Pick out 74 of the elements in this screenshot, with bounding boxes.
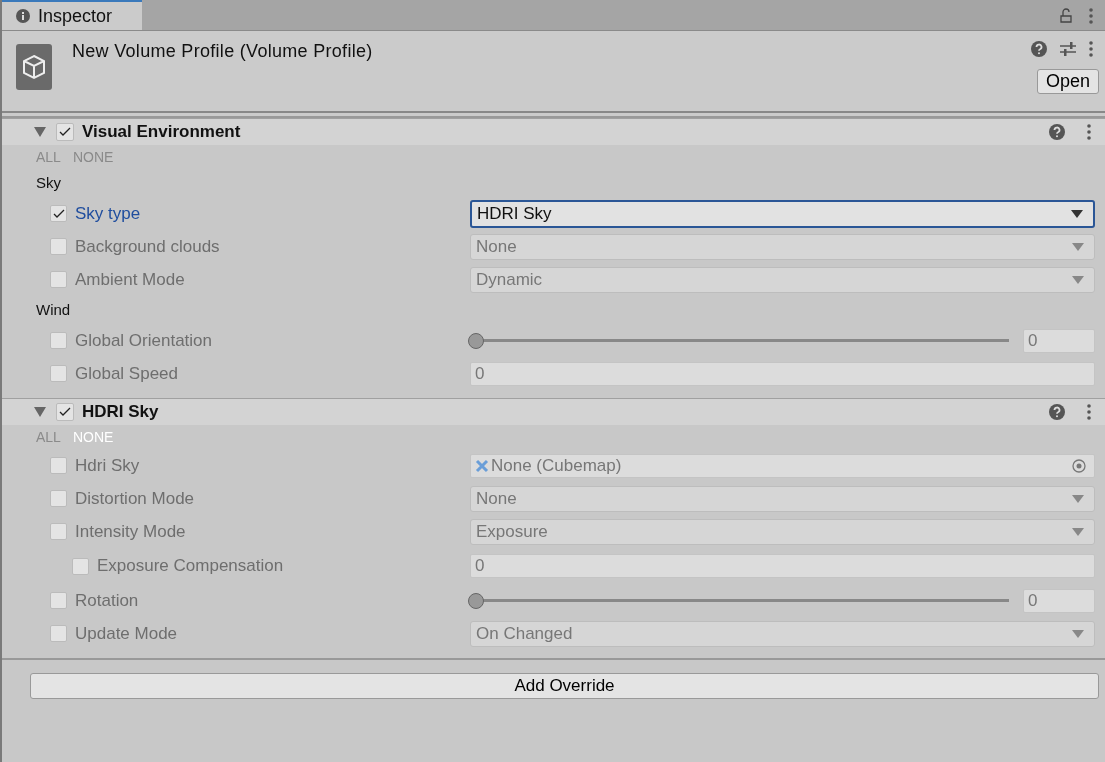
category-label: Sky <box>35 173 62 193</box>
caret-icon <box>1072 275 1084 284</box>
sliders-icon[interactable] <box>1059 41 1077 57</box>
check-icon <box>59 407 71 417</box>
caret-icon <box>1071 209 1083 218</box>
override-checkbox[interactable] <box>50 332 67 349</box>
override-checkbox[interactable] <box>50 205 67 222</box>
field-label: Ambient Mode <box>75 269 185 290</box>
all-link[interactable]: ALL <box>36 149 61 165</box>
info-icon <box>16 9 30 23</box>
check-icon <box>52 208 65 219</box>
foldout-arrow-icon[interactable] <box>34 127 46 137</box>
caret-icon <box>1072 494 1084 503</box>
dropdown[interactable]: HDRI Sky <box>470 199 1095 228</box>
field-label: Global Speed <box>75 363 179 384</box>
override-checkbox[interactable] <box>50 457 67 474</box>
cube-asset-icon <box>16 44 52 90</box>
more-icon[interactable] <box>1087 404 1091 420</box>
checkbox[interactable] <box>56 403 74 421</box>
component-header[interactable]: HDRI Sky <box>2 398 1105 425</box>
caret-icon <box>1072 629 1084 638</box>
slider-thumb[interactable] <box>468 592 484 609</box>
override-checkbox[interactable] <box>50 238 67 255</box>
open-button[interactable]: Open <box>1036 69 1099 94</box>
none-link[interactable]: NONE <box>72 149 114 165</box>
field-label: Hdri Sky <box>75 455 140 476</box>
number-field[interactable]: 0 <box>470 361 1095 386</box>
help-icon[interactable] <box>1031 41 1047 57</box>
help-icon[interactable] <box>1049 124 1065 140</box>
field-label: Rotation <box>75 590 139 611</box>
override-checkbox[interactable] <box>50 625 67 642</box>
number-field[interactable]: 0 <box>470 554 1095 578</box>
help-icon[interactable] <box>1049 404 1065 420</box>
more-icon[interactable] <box>1089 41 1093 57</box>
field-label: Update Mode <box>75 623 178 644</box>
checkbox[interactable] <box>56 123 74 141</box>
more-icon[interactable] <box>1089 8 1093 24</box>
object-field[interactable]: None (Cubemap) <box>470 453 1095 478</box>
object-picker-icon[interactable] <box>1072 458 1086 473</box>
override-checkbox[interactable] <box>50 523 67 540</box>
number-field[interactable]: 0 <box>1023 588 1095 613</box>
dropdown[interactable]: On Changed <box>470 620 1095 647</box>
category-label: Wind <box>35 300 72 320</box>
caret-icon <box>1072 527 1084 536</box>
override-checkbox[interactable] <box>50 365 67 382</box>
override-checkbox[interactable] <box>50 490 67 507</box>
field-label: Intensity Mode <box>75 521 186 542</box>
field-label: Global Orientation <box>75 330 213 351</box>
slider-thumb[interactable] <box>468 332 484 349</box>
add-override-button[interactable]: Add Override <box>30 673 1099 699</box>
dropdown[interactable]: Dynamic <box>470 266 1095 293</box>
foldout-arrow-icon[interactable] <box>34 407 46 417</box>
component-header[interactable]: Visual Environment <box>2 118 1105 145</box>
field-label: Sky type <box>75 203 141 224</box>
field-label: Distortion Mode <box>75 488 195 509</box>
profile-title: New Volume Profile (Volume Profile) <box>72 41 373 63</box>
check-icon <box>59 127 71 137</box>
override-checkbox[interactable] <box>72 557 89 575</box>
all-link[interactable]: ALL <box>36 429 61 445</box>
cubemap-icon <box>475 458 489 473</box>
dropdown[interactable]: None <box>470 485 1095 512</box>
caret-icon <box>1072 242 1084 251</box>
inspector-tab[interactable]: Inspector <box>2 0 143 30</box>
more-icon[interactable] <box>1087 124 1091 140</box>
override-checkbox[interactable] <box>50 271 67 288</box>
dropdown[interactable]: None <box>470 233 1095 260</box>
dropdown[interactable]: Exposure <box>470 518 1095 545</box>
number-field[interactable]: 0 <box>1023 328 1095 353</box>
field-label: Background clouds <box>75 236 220 257</box>
lock-icon[interactable] <box>1059 8 1073 24</box>
component-title: HDRI Sky <box>82 402 159 422</box>
field-label: Exposure Compensation <box>97 556 284 576</box>
override-checkbox[interactable] <box>50 592 67 609</box>
component-title: Visual Environment <box>82 122 241 142</box>
